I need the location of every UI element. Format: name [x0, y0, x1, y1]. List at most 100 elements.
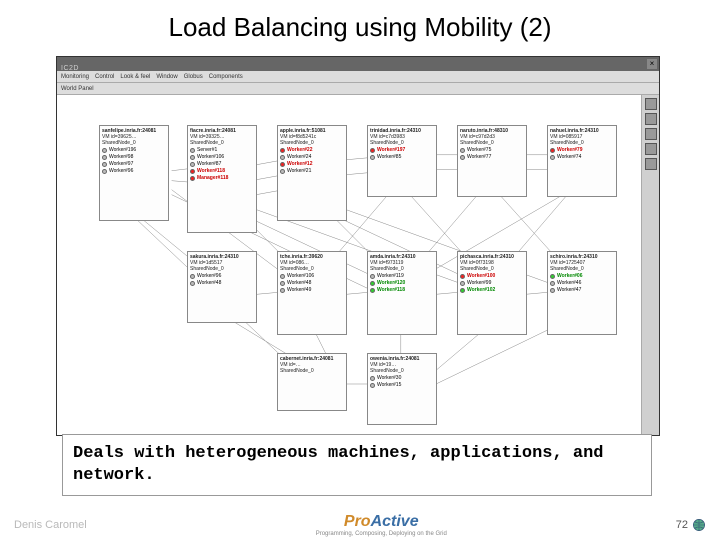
worker-label: Worker#99	[467, 280, 491, 286]
host-box[interactable]: trinidad.inria.fr:24310VM id=c7d3983Shar…	[367, 125, 437, 197]
worker-item[interactable]: Worker#118	[190, 168, 254, 174]
worker-dot-icon	[190, 169, 195, 174]
worker-label: Worker#102	[467, 287, 495, 293]
close-icon[interactable]: ×	[647, 59, 657, 69]
host-box[interactable]: amda.inria.fr:24310VM id=f973119SharedNo…	[367, 251, 437, 335]
worker-dot-icon	[370, 288, 375, 293]
worker-dot-icon	[460, 281, 465, 286]
worker-item[interactable]: Worker#47	[550, 287, 614, 293]
worker-dot-icon	[280, 148, 285, 153]
menu-components[interactable]: Components	[209, 74, 243, 80]
worker-item[interactable]: Worker#75	[460, 147, 524, 153]
host-box[interactable]: pichasca.inria.fr:24310VM id=0f73198Shar…	[457, 251, 527, 335]
worker-item[interactable]: Worker#119	[370, 273, 434, 279]
menu-control[interactable]: Control	[95, 74, 114, 80]
worker-dot-icon	[280, 281, 285, 286]
worker-item[interactable]: Worker#74	[550, 154, 614, 160]
worker-item[interactable]: Worker#79	[550, 147, 614, 153]
host-box[interactable]: fiacre.inria.fr:24081VM id=39325…SharedN…	[187, 125, 257, 233]
toolbar: World Panel	[57, 83, 659, 95]
worker-dot-icon	[550, 155, 555, 160]
worker-dot-icon	[550, 281, 555, 286]
worker-dot-icon	[370, 155, 375, 160]
worker-item[interactable]: Worker#106	[280, 273, 344, 279]
host-box[interactable]: sanfelipe.inria.fr:24081VM id=39625…Shar…	[99, 125, 169, 221]
worker-label: Worker#48	[197, 280, 221, 286]
worker-dot-icon	[280, 169, 285, 174]
worker-item[interactable]: Worker#48	[190, 280, 254, 286]
worker-label: Worker#47	[557, 287, 581, 293]
menu-globus[interactable]: Globus	[184, 74, 203, 80]
worker-dot-icon	[190, 281, 195, 286]
node-label: SharedNode_0	[370, 266, 434, 272]
worker-item[interactable]: Worker#102	[460, 287, 524, 293]
worker-dot-icon	[370, 148, 375, 153]
worker-item[interactable]: Manager#118	[190, 175, 254, 181]
worker-dot-icon	[190, 155, 195, 160]
worker-item[interactable]: Worker#106	[190, 154, 254, 160]
page-number: 72	[676, 518, 706, 532]
host-box[interactable]: cabernet.inria.fr:24081VM id=…SharedNode…	[277, 353, 347, 411]
worker-item[interactable]: Worker#77	[460, 154, 524, 160]
worker-item[interactable]: Worker#49	[280, 287, 344, 293]
node-label: SharedNode_0	[280, 368, 344, 374]
worker-item[interactable]: Worker#30	[370, 375, 434, 381]
worker-label: Worker#30	[377, 375, 401, 381]
host-box[interactable]: apple.inria.fr:51081VM id=f8d5241cShared…	[277, 125, 347, 221]
worker-item[interactable]: Worker#85	[370, 154, 434, 160]
worker-dot-icon	[102, 155, 107, 160]
worker-label: Manager#118	[197, 175, 228, 181]
host-box[interactable]: nahuel.inria.fr:24310VM id=085917SharedN…	[547, 125, 617, 197]
worker-item[interactable]: Worker#12	[280, 161, 344, 167]
sidebar-tool-icon[interactable]	[645, 128, 657, 140]
worker-label: Worker#97	[109, 161, 133, 167]
menu-monitoring[interactable]: Monitoring	[61, 74, 89, 80]
worker-item[interactable]: Worker#46	[550, 280, 614, 286]
host-box[interactable]: schiro.inria.fr:24310VM id=1725407Shared…	[547, 251, 617, 335]
worker-item[interactable]: Worker#22	[280, 147, 344, 153]
worker-item[interactable]: Worker#118	[370, 287, 434, 293]
worker-item[interactable]: Worker#15	[370, 382, 434, 388]
worker-item[interactable]: Worker#48	[280, 280, 344, 286]
worker-dot-icon	[460, 274, 465, 279]
worker-item[interactable]: Worker#96	[102, 168, 166, 174]
host-box[interactable]: sakura.inria.fr:24310VM id=1d5517SharedN…	[187, 251, 257, 323]
worker-item[interactable]: Worker#06	[550, 273, 614, 279]
node-label: SharedNode_0	[370, 368, 434, 374]
sidebar-tool-icon[interactable]	[645, 113, 657, 125]
app-window: IC2D × Monitoring Control Look & feel Wi…	[56, 56, 660, 436]
worker-item[interactable]: Worker#120	[370, 280, 434, 286]
node-label: SharedNode_0	[280, 266, 344, 272]
worker-label: Worker#96	[109, 168, 133, 174]
worker-dot-icon	[370, 376, 375, 381]
worker-item[interactable]: Worker#96	[190, 273, 254, 279]
worker-item[interactable]: Worker#98	[102, 154, 166, 160]
worker-item[interactable]: Worker#99	[460, 280, 524, 286]
menu-window[interactable]: Window	[156, 74, 177, 80]
worker-item[interactable]: Server#1	[190, 147, 254, 153]
worker-label: Worker#06	[557, 273, 582, 279]
worker-item[interactable]: Worker#197	[370, 147, 434, 153]
host-box[interactable]: owenia.inria.fr:24081VM id=19…SharedNode…	[367, 353, 437, 425]
worker-label: Worker#49	[287, 287, 311, 293]
worker-label: Worker#21	[287, 168, 311, 174]
menu-look[interactable]: Look & feel	[120, 74, 150, 80]
sidebar-tool-icon[interactable]	[645, 158, 657, 170]
sidebar-tool-icon[interactable]	[645, 98, 657, 110]
worker-item[interactable]: Worker#100	[460, 273, 524, 279]
worker-item[interactable]: Worker#87	[190, 161, 254, 167]
host-box[interactable]: tche.inria.fr:39620VM id=086…SharedNode_…	[277, 251, 347, 335]
worker-item[interactable]: Worker#21	[280, 168, 344, 174]
worker-item[interactable]: Worker#196	[102, 147, 166, 153]
caption-box: Deals with heterogeneous machines, appli…	[62, 434, 652, 496]
worker-item[interactable]: Worker#24	[280, 154, 344, 160]
worker-dot-icon	[460, 155, 465, 160]
sidebar-tool-icon[interactable]	[645, 143, 657, 155]
worker-dot-icon	[460, 148, 465, 153]
worker-item[interactable]: Worker#97	[102, 161, 166, 167]
worker-label: Worker#75	[467, 147, 491, 153]
host-box[interactable]: naruto.inria.fr:48310VM id=c97d2d3Shared…	[457, 125, 527, 197]
worker-label: Worker#100	[467, 273, 495, 279]
worker-label: Worker#15	[377, 382, 401, 388]
worker-label: Worker#118	[197, 168, 225, 174]
